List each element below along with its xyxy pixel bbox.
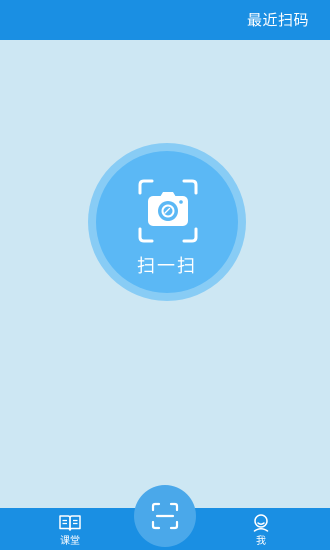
nav-item-class[interactable]: 课堂	[40, 508, 100, 550]
nav-label-class: 课堂	[60, 536, 80, 547]
camera-scan-icon	[138, 179, 198, 243]
nav-item-me[interactable]: 我	[231, 508, 291, 550]
scan-button-inner[interactable]: 扫一扫	[96, 151, 238, 293]
user-icon	[253, 514, 269, 532]
recent-scans-link[interactable]: 最近扫码	[247, 9, 309, 31]
scan-frame-icon	[151, 502, 179, 530]
scan-button[interactable]: 扫一扫	[88, 143, 246, 301]
center-scan-button[interactable]	[134, 485, 196, 547]
scan-label: 扫一扫	[137, 256, 197, 277]
nav-label-me: 我	[256, 536, 266, 547]
top-bar: 最近扫码	[0, 0, 330, 40]
book-icon	[59, 515, 81, 531]
